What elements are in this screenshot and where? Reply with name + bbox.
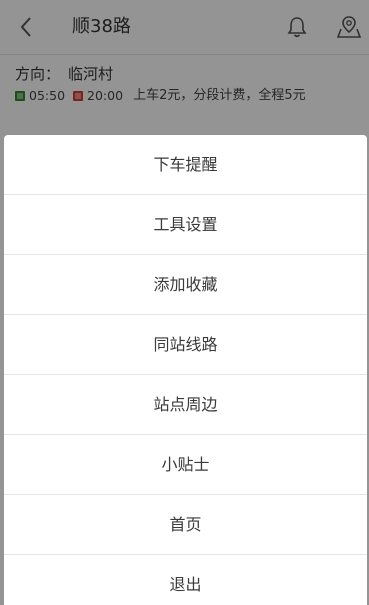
menu-item-same-stop-lines[interactable]: 同站线路 xyxy=(4,315,367,375)
menu-item-tool-settings[interactable]: 工具设置 xyxy=(4,195,367,255)
menu-item-home[interactable]: 首页 xyxy=(4,495,367,555)
menu-item-exit[interactable]: 退出 xyxy=(4,555,367,605)
menu-item-nearby-stop[interactable]: 站点周边 xyxy=(4,375,367,435)
menu-item-tips[interactable]: 小贴士 xyxy=(4,435,367,495)
action-sheet: 下车提醒 工具设置 添加收藏 同站线路 站点周边 小贴士 首页 退出 xyxy=(4,135,367,605)
menu-item-add-favorite[interactable]: 添加收藏 xyxy=(4,255,367,315)
menu-item-alight-reminder[interactable]: 下车提醒 xyxy=(4,135,367,195)
